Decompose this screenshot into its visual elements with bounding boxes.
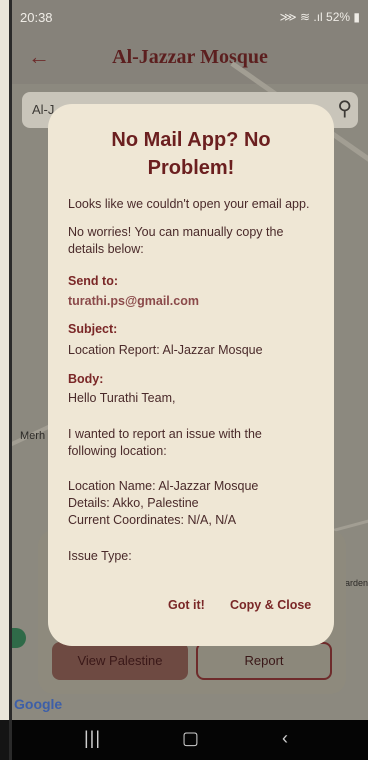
body-location-details: Location Name: Al-Jazzar Mosque Details:… [68,478,258,529]
issue-type-line: Issue Type: [68,549,132,563]
recipient-email: turathi.ps@gmail.com [68,294,199,308]
dialog-title-line: No Mail App? No [111,129,271,151]
recent-apps-icon[interactable]: ||| [84,728,101,749]
copy-and-close-button[interactable]: Copy & Close [230,598,311,612]
previous-screen-edge [0,0,12,760]
body-intro: I wanted to report an issue with the fol… [68,426,262,460]
subject-value: Location Report: Al-Jazzar Mosque [68,343,263,357]
send-to-label: Send to: [68,274,118,288]
dialog-worries: No worries! You can manually copy the de… [68,224,283,258]
got-it-button[interactable]: Got it! [168,598,205,612]
status-indicators: ⋙ ≋ .ıl 52% ▮ [280,10,360,24]
subject-label: Subject: [68,322,118,336]
search-icon[interactable]: ⚲ [337,96,352,121]
home-icon[interactable]: ▢ [182,728,199,749]
body-intro-line: I wanted to report an issue with the [68,427,262,441]
system-nav-bar: ||| ▢ ‹ [12,720,368,760]
location-name-line: Location Name: Al-Jazzar Mosque [68,479,259,493]
dialog-worries-line: No worries! You can manually copy the [68,225,284,239]
app-bar: ← Al-Jazzar Mosque [12,34,368,84]
dialog-title: No Mail App? No Problem! [68,126,314,182]
dialog-worries-line: details below: [68,242,144,256]
dialog-intro: Looks like we couldn't open your email a… [68,197,310,211]
no-mail-app-dialog: No Mail App? No Problem! Looks like we c… [48,104,334,646]
status-bar: 20:38 ⋙ ≋ .ıl 52% ▮ [12,0,368,34]
battery-icon: ▮ [350,10,360,24]
body-intro-line: following location: [68,444,167,458]
page-title: Al-Jazzar Mosque [112,46,268,68]
phone-screen: 20:38 ⋙ ≋ .ıl 52% ▮ ← Al-Jazzar Mosque A… [12,0,368,760]
report-button[interactable]: Report [196,642,332,680]
battery-level: 52% [326,10,351,24]
map-place-label: arden [344,578,368,588]
dialog-title-line: Problem! [147,157,235,179]
signal-wifi-icons: ⋙ ≋ .ıl [279,10,327,24]
status-time: 20:38 [20,10,53,25]
map-place-label: Merh [20,430,46,442]
body-greeting: Hello Turathi Team, [68,391,176,405]
details-line: Details: Akko, Palestine [68,496,199,510]
coordinates-line: Current Coordinates: N/A, N/A [68,513,237,527]
google-logo: Google [14,696,63,712]
view-palestine-button[interactable]: View Palestine [52,642,188,680]
body-label: Body: [68,372,104,386]
back-chevron-icon[interactable]: ‹ [282,728,288,749]
